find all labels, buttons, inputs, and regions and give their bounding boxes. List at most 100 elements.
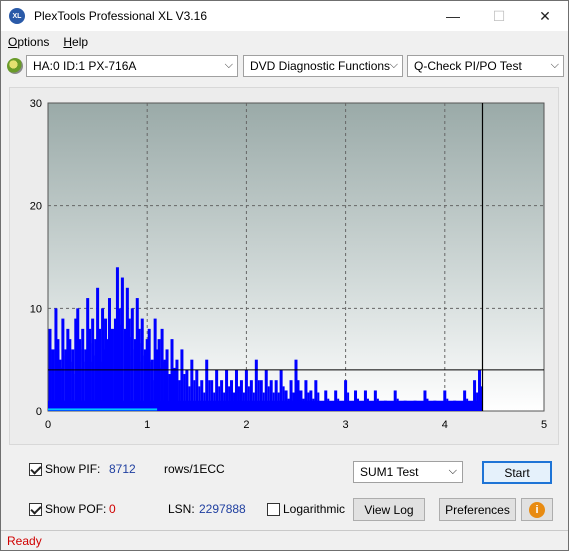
controls-panel: Show PIF: 8712 rows/1ECC Show POF: 0 LSN…: [9, 454, 561, 526]
data-bar: [170, 339, 174, 411]
chevron-down-icon: ⌵: [224, 59, 233, 71]
minimize-button[interactable]: —: [430, 1, 476, 31]
x-tick-label: 1: [144, 419, 150, 431]
show-pif-label: Show PIF:: [45, 462, 101, 476]
data-bar: [254, 359, 258, 411]
data-bar: [453, 400, 457, 411]
data-bar: [71, 349, 75, 411]
pof-value: 0: [109, 502, 116, 516]
data-bar: [234, 369, 238, 411]
menu-help[interactable]: Help: [56, 35, 95, 49]
data-bar: [294, 359, 298, 411]
data-bar: [357, 398, 360, 411]
y-tick-label: 20: [30, 201, 42, 213]
test-select-value: Q-Check PI/PO Test: [414, 59, 522, 73]
status-bar: Ready: [1, 530, 568, 550]
chart-panel: 0 1 2 3 4 5 0 10 20 30: [9, 87, 559, 445]
app-logo-icon: XL: [9, 8, 25, 24]
data-bar: [396, 398, 399, 411]
function-select[interactable]: DVD Diagnostic Functions ⌵: [243, 55, 403, 77]
data-bar: [61, 318, 65, 411]
show-pof-checkbox[interactable]: [29, 503, 42, 516]
function-select-value: DVD Diagnostic Functions: [250, 59, 391, 73]
maximize-button[interactable]: ☐: [476, 1, 522, 31]
sum-test-value: SUM1 Test: [360, 465, 419, 479]
data-bar: [195, 369, 199, 411]
data-bar: [334, 390, 338, 411]
info-button[interactable]: i: [521, 498, 553, 521]
data-bar: [302, 398, 305, 411]
data-bar: [376, 398, 379, 411]
preferences-button[interactable]: Preferences: [439, 498, 516, 521]
close-button[interactable]: ✕: [522, 1, 568, 31]
menu-options[interactable]: Options: [1, 35, 56, 49]
po-line: [48, 408, 158, 411]
data-bar: [150, 359, 154, 411]
data-bar: [244, 369, 248, 411]
data-bar: [120, 277, 124, 411]
data-bar: [443, 390, 447, 411]
view-log-button[interactable]: View Log: [353, 498, 425, 521]
data-bar: [393, 390, 397, 411]
data-bar: [220, 380, 224, 411]
lsn-label: LSN:: [168, 502, 195, 516]
logarithmic-checkbox[interactable]: [267, 503, 280, 516]
data-bar: [279, 369, 283, 411]
toolbar: HA:0 ID:1 PX-716A ⌵ DVD Diagnostic Funct…: [1, 53, 568, 79]
data-bar: [478, 369, 482, 411]
data-bar: [476, 392, 479, 411]
data-bar: [264, 369, 268, 411]
start-button[interactable]: Start: [482, 461, 552, 484]
menu-bar: Options Help: [1, 31, 568, 52]
data-bar: [446, 398, 449, 411]
data-bar: [309, 390, 313, 411]
data-bar: [210, 380, 214, 411]
data-bar: [307, 392, 310, 411]
x-tick-label: 2: [243, 419, 249, 431]
data-bar: [175, 359, 179, 411]
data-bar: [292, 392, 295, 411]
data-bar: [203, 392, 206, 411]
data-bar: [178, 380, 181, 411]
data-bar: [282, 386, 285, 411]
drive-select[interactable]: HA:0 ID:1 PX-716A ⌵: [26, 55, 238, 77]
data-bar: [180, 349, 184, 411]
test-select[interactable]: Q-Check PI/PO Test ⌵: [407, 55, 564, 77]
data-bar: [337, 398, 340, 411]
show-pif-checkbox[interactable]: [29, 463, 42, 476]
data-bar: [406, 404, 409, 411]
data-bar: [140, 318, 144, 411]
data-bar: [127, 318, 131, 411]
data-bar: [289, 380, 293, 411]
window-title: PlexTools Professional XL V3.16: [34, 9, 207, 23]
data-bar: [165, 349, 169, 411]
data-bar: [193, 380, 196, 411]
data-bar: [242, 392, 245, 411]
data-bar: [259, 380, 263, 411]
data-bar: [230, 380, 234, 411]
data-bar: [78, 339, 82, 411]
data-bar: [327, 398, 330, 411]
data-bar: [239, 380, 243, 411]
data-bar: [108, 298, 112, 411]
sum-test-select[interactable]: SUM1 Test ⌵: [353, 461, 463, 483]
data-bar: [363, 390, 367, 411]
data-bar: [168, 374, 171, 411]
data-bar: [344, 380, 348, 411]
data-bar: [51, 349, 55, 411]
data-bar: [183, 374, 186, 411]
y-tick-label: 0: [36, 406, 42, 418]
data-bar: [215, 369, 219, 411]
data-bar: [347, 392, 350, 411]
data-bar: [247, 386, 250, 411]
data-bar: [218, 386, 221, 411]
x-tick-label: 0: [45, 419, 51, 431]
app-window: XL PlexTools Professional XL V3.16 — ☐ ✕…: [0, 0, 569, 551]
data-bar: [456, 404, 459, 411]
data-bar: [354, 390, 358, 411]
data-bar: [91, 318, 95, 411]
data-bar: [287, 398, 290, 411]
data-bar: [117, 308, 121, 411]
data-bar: [383, 400, 387, 411]
data-bar: [267, 386, 270, 411]
